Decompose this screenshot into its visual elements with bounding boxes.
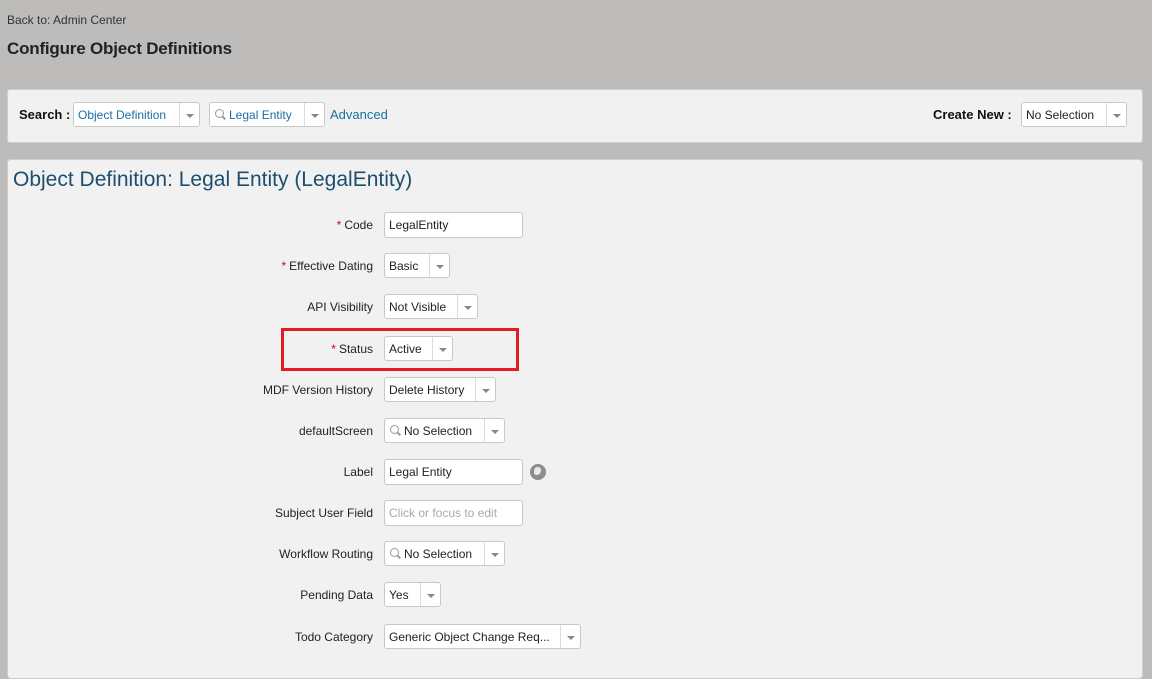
- object-definition-panel: Object Definition: Legal Entity (LegalEn…: [7, 159, 1143, 679]
- effective-dating-label: * Effective Dating: [282, 259, 374, 273]
- search-object-value: Legal Entity: [229, 107, 292, 122]
- advanced-search-link[interactable]: Advanced: [330, 107, 388, 122]
- chevron-down-icon[interactable]: [484, 542, 504, 565]
- chevron-down-icon[interactable]: [179, 103, 199, 126]
- chevron-down-icon[interactable]: [429, 254, 449, 277]
- chevron-down-icon[interactable]: [560, 625, 580, 648]
- create-new-dropdown[interactable]: No Selection: [1021, 102, 1127, 127]
- chevron-down-icon[interactable]: [1106, 103, 1126, 126]
- chevron-down-icon[interactable]: [475, 378, 495, 401]
- search-icon: [390, 425, 401, 436]
- api-visibility-value: Not Visible: [389, 299, 447, 314]
- search-type-value: Object Definition: [78, 107, 167, 122]
- page-title: Configure Object Definitions: [7, 39, 232, 58]
- search-object-dropdown[interactable]: Legal Entity: [209, 102, 325, 127]
- chevron-down-icon[interactable]: [457, 295, 477, 318]
- effective-dating-dropdown[interactable]: Basic: [384, 253, 450, 278]
- mdf-version-history-label: MDF Version History: [262, 383, 373, 397]
- chevron-down-icon[interactable]: [484, 419, 504, 442]
- code-label-text: Code: [344, 218, 373, 232]
- effective-dating-value: Basic: [389, 258, 419, 273]
- todo-category-value: Generic Object Change Req...: [389, 629, 550, 644]
- label-field-label: Label: [343, 465, 373, 479]
- workflow-routing-value: No Selection: [404, 546, 473, 561]
- code-input[interactable]: LegalEntity: [384, 212, 523, 238]
- search-type-dropdown[interactable]: Object Definition: [73, 102, 200, 127]
- workflow-routing-dropdown[interactable]: No Selection: [384, 541, 505, 566]
- workflow-routing-label: Workflow Routing: [279, 547, 373, 561]
- todo-category-dropdown[interactable]: Generic Object Change Req...: [384, 624, 581, 649]
- effective-dating-label-text: Effective Dating: [289, 259, 373, 273]
- mdf-version-history-value: Delete History: [389, 382, 465, 397]
- panel-title: Object Definition: Legal Entity (LegalEn…: [13, 168, 413, 191]
- pending-data-value: Yes: [389, 587, 409, 602]
- search-bar: Search : Object Definition Legal Entity …: [7, 89, 1143, 143]
- default-screen-label: defaultScreen: [298, 424, 373, 438]
- search-icon: [390, 548, 401, 559]
- chevron-down-icon[interactable]: [304, 103, 324, 126]
- code-label: * Code: [337, 218, 373, 232]
- label-input[interactable]: Legal Entity: [384, 459, 523, 485]
- pending-data-label: Pending Data: [300, 588, 373, 602]
- search-icon: [215, 109, 226, 120]
- chevron-down-icon[interactable]: [420, 583, 440, 606]
- chevron-down-icon[interactable]: [432, 337, 452, 360]
- default-screen-dropdown[interactable]: No Selection: [384, 418, 505, 443]
- required-marker: *: [331, 342, 336, 356]
- back-to-admin-center-link[interactable]: Back to: Admin Center: [7, 13, 126, 27]
- create-new-value: No Selection: [1026, 107, 1095, 122]
- default-screen-value: No Selection: [404, 423, 473, 438]
- subject-user-field-input[interactable]: Click or focus to edit: [384, 500, 523, 526]
- search-label: Search :: [19, 107, 71, 122]
- status-value: Active: [389, 341, 422, 356]
- required-marker: *: [336, 218, 342, 232]
- status-label: * Status: [331, 342, 373, 356]
- api-visibility-dropdown[interactable]: Not Visible: [384, 294, 478, 319]
- status-label-text: Status: [338, 342, 373, 356]
- status-dropdown[interactable]: Active: [384, 336, 453, 361]
- required-marker: *: [281, 259, 287, 273]
- pending-data-dropdown[interactable]: Yes: [384, 582, 441, 607]
- mdf-version-history-dropdown[interactable]: Delete History: [384, 377, 496, 402]
- api-visibility-label: API Visibility: [307, 300, 373, 314]
- globe-icon[interactable]: [530, 464, 546, 480]
- todo-category-label: Todo Category: [294, 630, 373, 644]
- create-new-label: Create New :: [933, 107, 1012, 122]
- subject-user-field-label: Subject User Field: [274, 506, 373, 520]
